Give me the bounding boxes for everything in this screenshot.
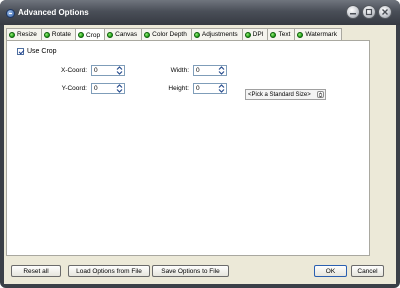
tab-label: Canvas bbox=[115, 31, 138, 38]
height-label: Height: bbox=[168, 85, 189, 92]
close-button[interactable] bbox=[378, 5, 392, 19]
standard-size-dropdown[interactable]: <Pick a Standard Size> bbox=[245, 89, 326, 100]
use-crop-label: Use Crop bbox=[27, 48, 57, 55]
window-title: Advanced Options bbox=[18, 8, 89, 17]
restore-button[interactable] bbox=[362, 5, 376, 19]
ok-button[interactable]: OK bbox=[314, 265, 347, 277]
restore-icon bbox=[365, 8, 373, 16]
save-options-button[interactable]: Save Options to File bbox=[152, 265, 229, 277]
close-icon bbox=[382, 9, 388, 15]
status-dot-icon bbox=[43, 31, 50, 38]
x-coord-spinner[interactable]: 0 bbox=[91, 65, 125, 76]
tab-strip: Resize Rotate Crop Canvas Color Depth Ad… bbox=[6, 28, 342, 41]
load-options-button[interactable]: Load Options from File bbox=[68, 265, 150, 277]
tab-rotate[interactable]: Rotate bbox=[40, 28, 77, 40]
status-dot-icon bbox=[9, 31, 15, 38]
use-crop-checkbox[interactable]: Use Crop bbox=[17, 48, 57, 55]
tab-label: Text bbox=[278, 31, 291, 38]
checkbox-checked-icon[interactable] bbox=[17, 48, 24, 55]
width-label: Width: bbox=[170, 67, 189, 74]
y-coord-value: 0 bbox=[94, 85, 98, 92]
tab-label: Crop bbox=[86, 31, 101, 39]
spinner-arrows-icon[interactable] bbox=[115, 66, 124, 75]
cancel-button[interactable]: Cancel bbox=[351, 265, 384, 277]
tab-dpi[interactable]: DPI bbox=[241, 28, 269, 40]
status-dot-icon bbox=[270, 31, 277, 38]
tab-label: Adjustments bbox=[201, 31, 238, 38]
tab-label: DPI bbox=[252, 31, 264, 38]
minimize-button[interactable] bbox=[346, 5, 360, 19]
crop-panel: Use Crop X-Coord: 0 Y-Coord: 0 Width: 0 bbox=[6, 40, 370, 256]
tab-label: Watermark bbox=[305, 31, 337, 38]
status-dot-icon bbox=[107, 31, 114, 38]
tab-resize[interactable]: Resize bbox=[6, 28, 42, 40]
status-dot-icon bbox=[297, 31, 304, 38]
width-spinner[interactable]: 0 bbox=[193, 65, 227, 76]
tab-canvas[interactable]: Canvas bbox=[104, 28, 143, 40]
status-dot-icon bbox=[193, 31, 200, 38]
window-menu-icon[interactable] bbox=[6, 9, 15, 18]
tab-color-depth[interactable]: Color Depth bbox=[141, 28, 192, 40]
height-spinner[interactable]: 0 bbox=[193, 83, 227, 94]
minimize-icon bbox=[350, 13, 356, 15]
status-dot-icon bbox=[78, 32, 85, 38]
dropdown-arrows-icon[interactable] bbox=[317, 91, 324, 98]
status-dot-icon bbox=[144, 31, 151, 38]
y-coord-label: Y-Coord: bbox=[61, 85, 87, 92]
tab-adjustments[interactable]: Adjustments bbox=[190, 28, 243, 40]
dialog-client-area: Resize Rotate Crop Canvas Color Depth Ad… bbox=[4, 25, 396, 284]
spinner-arrows-icon[interactable] bbox=[217, 66, 226, 75]
tab-watermark[interactable]: Watermark bbox=[294, 28, 342, 40]
width-value: 0 bbox=[196, 67, 200, 74]
title-bar[interactable]: Advanced Options bbox=[0, 0, 400, 25]
tab-label: Color Depth bbox=[152, 31, 187, 38]
tab-label: Resize bbox=[17, 31, 37, 38]
tab-label: Rotate bbox=[51, 31, 72, 38]
x-coord-value: 0 bbox=[94, 67, 98, 74]
spinner-arrows-icon[interactable] bbox=[217, 84, 226, 93]
reset-all-button[interactable]: Reset all bbox=[11, 265, 61, 277]
y-coord-spinner[interactable]: 0 bbox=[91, 83, 125, 94]
spinner-arrows-icon[interactable] bbox=[115, 84, 124, 93]
standard-size-value: <Pick a Standard Size> bbox=[248, 91, 311, 98]
tab-text[interactable]: Text bbox=[267, 28, 296, 40]
advanced-options-window: Advanced Options Resize Rotate Crop Canv… bbox=[0, 0, 400, 288]
height-value: 0 bbox=[196, 85, 200, 92]
status-dot-icon bbox=[244, 31, 251, 38]
x-coord-label: X-Coord: bbox=[60, 67, 87, 74]
